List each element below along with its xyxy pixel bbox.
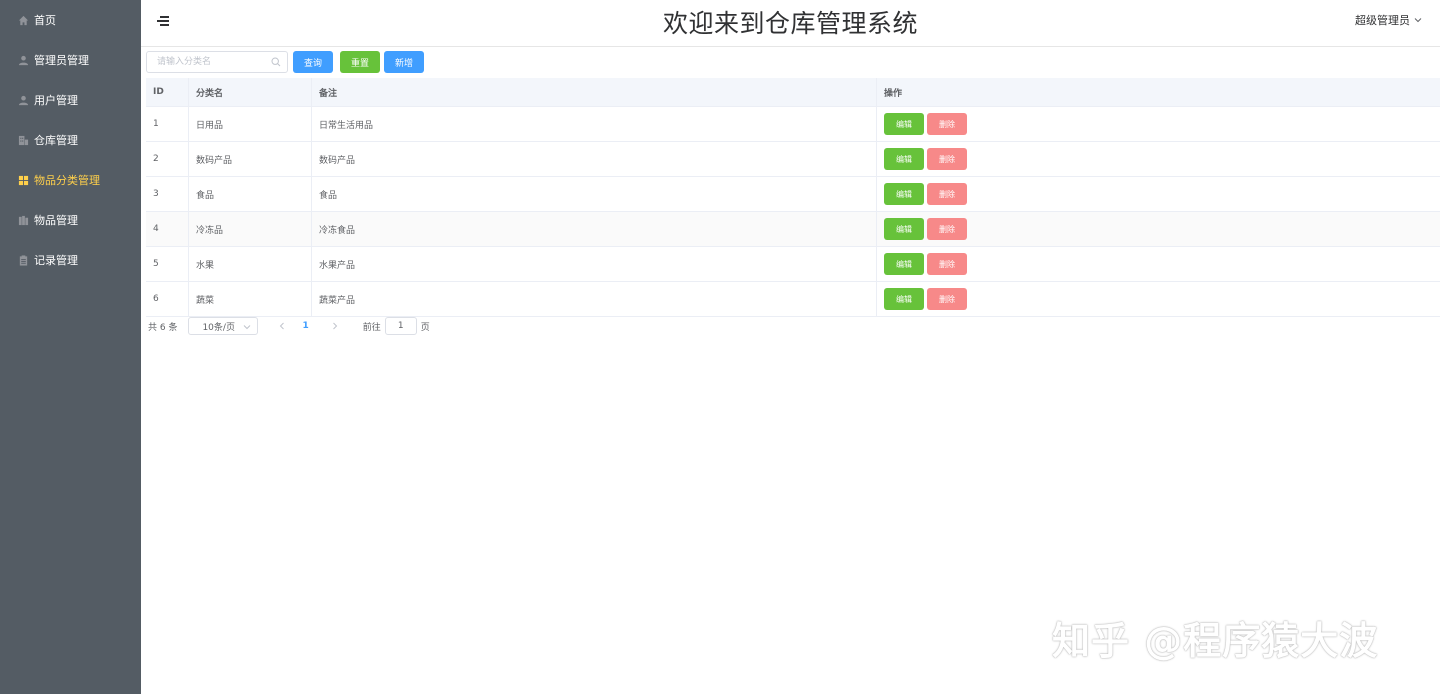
sidebar-item-label: 物品管理: [34, 214, 78, 227]
user-dropdown[interactable]: 超级管理员: [1355, 12, 1422, 28]
sidebar: 首页 管理员管理 用户管理 仓库管理 物品分类管理 物品管理 记录管理: [0, 0, 141, 694]
delete-button[interactable]: 删除: [927, 253, 967, 275]
sidebar-item-label: 首页: [34, 14, 56, 27]
delete-button[interactable]: 删除: [927, 148, 967, 170]
page-size-value: 10条/页: [202, 322, 235, 333]
edit-button[interactable]: 编辑: [884, 113, 924, 135]
column-header-remark: 备注: [311, 78, 877, 107]
sidebar-item-warehouse[interactable]: 仓库管理: [0, 120, 141, 160]
cell-remark: 冷冻食品: [311, 211, 877, 247]
delete-button[interactable]: 删除: [927, 218, 967, 240]
cell-name: 水果: [188, 246, 312, 282]
prev-page-button[interactable]: [276, 320, 288, 332]
delete-button[interactable]: 删除: [927, 183, 967, 205]
cell-id: 4: [146, 211, 189, 247]
sidebar-item-label: 用户管理: [34, 94, 78, 107]
chevron-down-icon: [244, 325, 251, 330]
table-row: 5 水果 水果产品 编辑 删除: [146, 246, 1440, 282]
edit-button[interactable]: 编辑: [884, 253, 924, 275]
goto-label: 前往: [362, 322, 381, 333]
category-table: ID 分类名 备注 操作 1 日用品 日常生活用品 编辑 删除 2 数码产品 数码…: [146, 78, 1440, 317]
sidebar-item-label: 物品分类管理: [34, 174, 100, 187]
clipboard-icon: [17, 254, 29, 266]
sidebar-item-category[interactable]: 物品分类管理: [0, 160, 141, 200]
cell-name: 食品: [188, 176, 312, 212]
next-page-button[interactable]: [329, 320, 341, 332]
chevron-down-icon: [1414, 18, 1422, 23]
sidebar-item-goods[interactable]: 物品管理: [0, 200, 141, 240]
sidebar-item-records[interactable]: 记录管理: [0, 240, 141, 280]
sidebar-item-label: 仓库管理: [34, 134, 78, 147]
delete-button[interactable]: 删除: [927, 113, 967, 135]
page-title: 欢迎来到仓库管理系统: [662, 9, 918, 38]
cell-id: 6: [146, 281, 189, 317]
toolbar: 查询 重置 新增: [146, 51, 424, 73]
cell-remark: 水果产品: [311, 246, 877, 282]
query-button[interactable]: 查询: [293, 51, 333, 73]
building-icon: [17, 134, 29, 146]
search-input[interactable]: [147, 53, 265, 71]
edit-button[interactable]: 编辑: [884, 148, 924, 170]
user-icon: [17, 94, 29, 106]
search-box: [146, 51, 288, 73]
cell-actions: 编辑 删除: [876, 141, 1440, 177]
header: 欢迎来到仓库管理系统 超级管理员: [141, 0, 1440, 47]
table-header-row: ID 分类名 备注 操作: [146, 78, 1440, 107]
column-header-id: ID: [146, 78, 189, 107]
cell-actions: 编辑 删除: [876, 106, 1440, 142]
user-icon: [17, 54, 29, 66]
cell-actions: 编辑 删除: [876, 176, 1440, 212]
table-row: 4 冷冻品 冷冻食品 编辑 删除: [146, 211, 1440, 247]
goto-page-input[interactable]: [384, 317, 417, 335]
user-name: 超级管理员: [1355, 14, 1410, 27]
cell-actions: 编辑 删除: [876, 246, 1440, 282]
page-size-select[interactable]: 10条/页: [188, 317, 259, 335]
delete-button[interactable]: 删除: [927, 288, 967, 310]
cell-remark: 日常生活用品: [311, 106, 877, 142]
home-icon: [17, 14, 29, 26]
pagination-total: 共 6 条: [148, 322, 178, 333]
add-button[interactable]: 新增: [384, 51, 424, 73]
goto-suffix: 页: [420, 322, 430, 333]
goods-icon: [17, 214, 29, 226]
cell-remark: 食品: [311, 176, 877, 212]
search-icon: [271, 57, 281, 67]
cell-remark: 蔬菜产品: [311, 281, 877, 317]
column-header-actions: 操作: [876, 78, 1440, 107]
table-row: 1 日用品 日常生活用品 编辑 删除: [146, 106, 1440, 142]
table-row: 6 蔬菜 蔬菜产品 编辑 删除: [146, 281, 1440, 317]
sidebar-item-users[interactable]: 用户管理: [0, 80, 141, 120]
sidebar-item-admin[interactable]: 管理员管理: [0, 40, 141, 80]
cell-name: 数码产品: [188, 141, 312, 177]
sidebar-item-label: 管理员管理: [34, 54, 89, 67]
edit-button[interactable]: 编辑: [884, 288, 924, 310]
pagination: 共 6 条 10条/页 1 前往 页: [148, 316, 430, 336]
cell-remark: 数码产品: [311, 141, 877, 177]
cell-id: 2: [146, 141, 189, 177]
chevron-left-icon: [280, 322, 285, 330]
page-number-current[interactable]: 1: [302, 321, 308, 331]
column-header-name: 分类名: [188, 78, 312, 107]
cell-name: 蔬菜: [188, 281, 312, 317]
edit-button[interactable]: 编辑: [884, 218, 924, 240]
cell-id: 1: [146, 106, 189, 142]
sidebar-item-label: 记录管理: [34, 254, 78, 267]
watermark: 知乎 @程序猿大波: [1052, 619, 1379, 663]
table-row: 3 食品 食品 编辑 删除: [146, 176, 1440, 212]
cell-actions: 编辑 删除: [876, 211, 1440, 247]
sidebar-item-home[interactable]: 首页: [0, 0, 141, 40]
table-row: 2 数码产品 数码产品 编辑 删除: [146, 141, 1440, 177]
cell-id: 5: [146, 246, 189, 282]
chevron-right-icon: [332, 322, 337, 330]
reset-button[interactable]: 重置: [340, 51, 380, 73]
edit-button[interactable]: 编辑: [884, 183, 924, 205]
cell-actions: 编辑 删除: [876, 281, 1440, 317]
cell-name: 冷冻品: [188, 211, 312, 247]
grid-icon: [17, 174, 29, 186]
cell-id: 3: [146, 176, 189, 212]
cell-name: 日用品: [188, 106, 312, 142]
